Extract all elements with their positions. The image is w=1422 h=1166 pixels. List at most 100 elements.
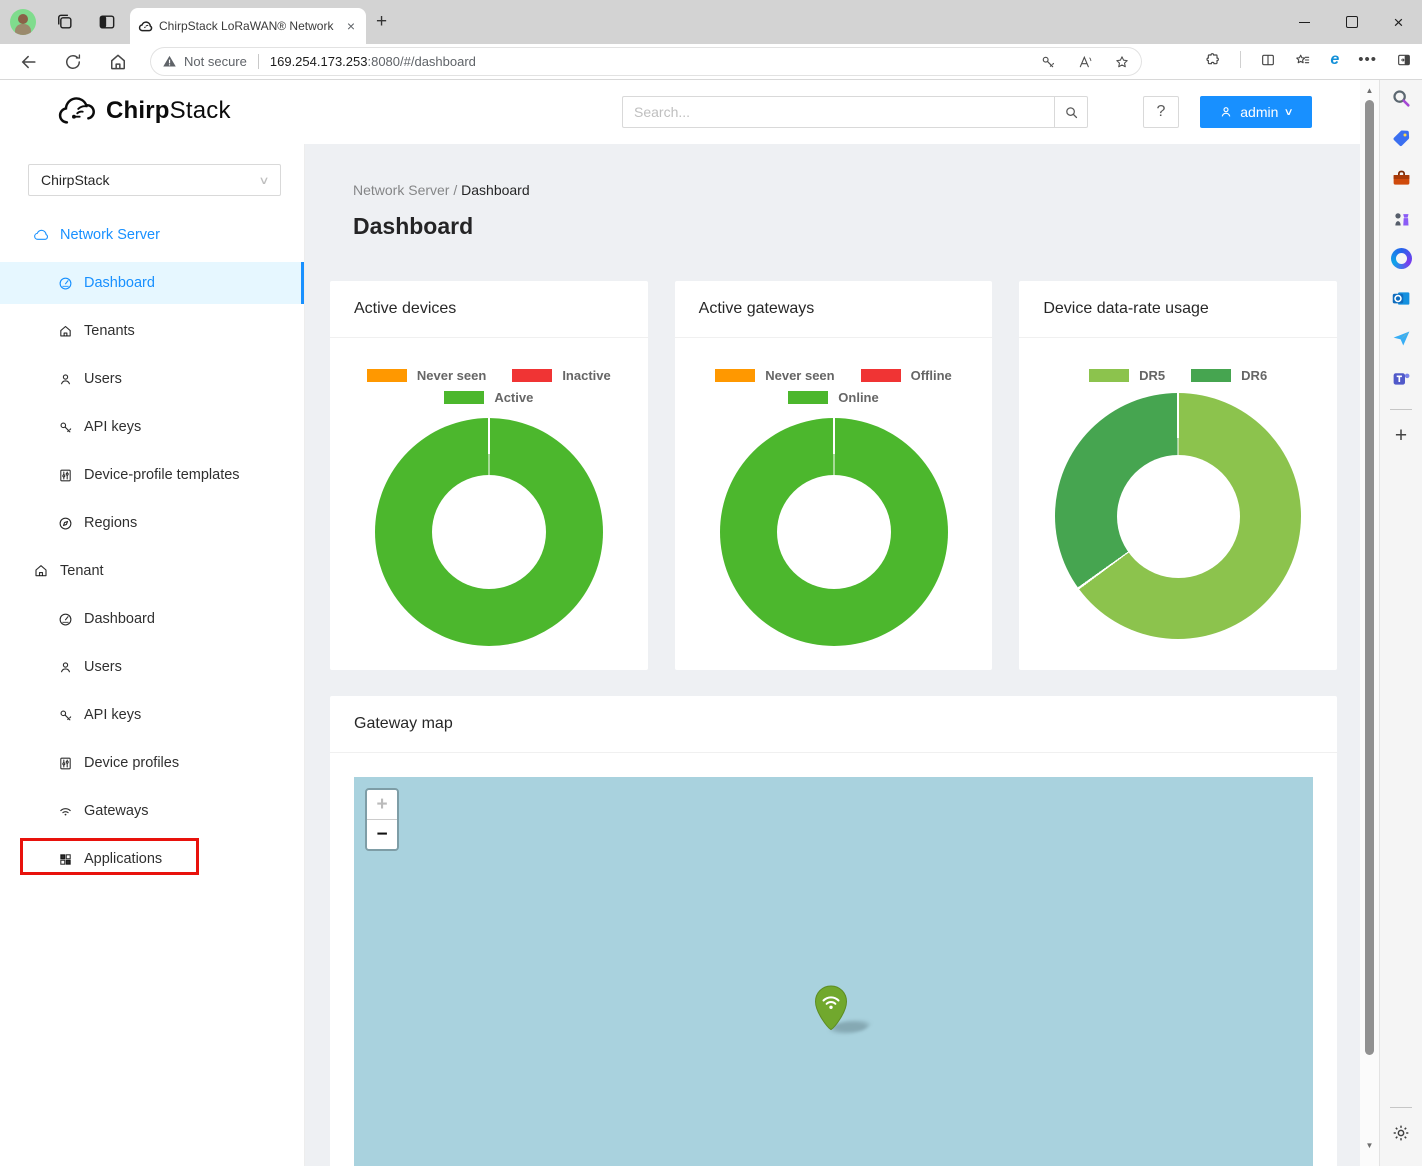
drop-icon[interactable] [1388,325,1414,351]
sidebar-item-tenants[interactable]: Tenants [0,310,304,352]
sidebar-item-label: Gateways [84,803,148,819]
sidebar-item-network-server[interactable]: Network Server [0,214,304,256]
breadcrumb-network-server[interactable]: Network Server [353,182,449,198]
admin-menu-button[interactable]: admin ∨ [1200,96,1312,128]
legend-dr5[interactable]: DR5 [1089,368,1165,383]
sidebar-item-device-profile-templates[interactable]: Device-profile templates [0,454,304,496]
browser-tab[interactable]: ChirpStack LoRaWAN® Network × [130,8,366,44]
chart-legend: Never seen Inactive Active [330,338,648,405]
sidebar-item-gateways[interactable]: Gateways [0,790,304,832]
back-icon[interactable] [19,52,39,72]
sidebar-item-regions[interactable]: Regions [0,502,304,544]
breadcrumb: Network Server / Dashboard [353,182,1360,198]
sidebar-item-ns-api-keys[interactable]: API keys [0,406,304,448]
minimize-button[interactable] [1281,0,1328,44]
admin-label: admin [1240,104,1278,120]
new-tab-button[interactable]: + [376,12,387,31]
maximize-button[interactable] [1328,0,1375,44]
scrollbar-thumb[interactable] [1365,100,1374,1055]
search-icon [1064,105,1079,120]
sidebar-item-label: Regions [84,515,137,531]
organization-select[interactable]: ChirpStack ∨ [28,164,281,196]
active-gateways-card: Active gateways Never seen Offline Onlin… [675,281,993,670]
workspaces-icon[interactable] [55,12,75,32]
legend-inactive[interactable]: Inactive [512,368,610,383]
appstore-grid-icon [58,852,73,867]
outlook-icon[interactable] [1388,285,1414,311]
favorites-star-icon[interactable] [1114,54,1130,70]
password-key-icon[interactable] [1040,54,1056,70]
ie-mode-icon[interactable]: e [1330,52,1339,68]
shopping-icon[interactable] [1388,125,1414,151]
active-gateways-donut-chart [720,418,948,646]
games-icon[interactable] [1388,205,1414,231]
url-path[interactable]: :8080/#/dashboard [367,54,475,69]
sidebar-item-tenant-users[interactable]: Users [0,646,304,688]
tab-close-icon[interactable]: × [344,18,358,34]
microsoft-365-icon[interactable] [1388,245,1414,271]
scrollbar-down-arrow[interactable]: ▼ [1360,1141,1379,1150]
sidebar-settings-gear-icon[interactable] [1388,1120,1414,1146]
sidebar-item-ns-users[interactable]: Users [0,358,304,400]
close-button[interactable]: × [1375,0,1422,44]
search-button[interactable] [1054,96,1088,128]
sidebar-item-ns-dashboard[interactable]: Dashboard [0,262,304,304]
legend-active[interactable]: Active [444,390,533,405]
settings-menu-icon[interactable]: ••• [1358,51,1377,68]
sidebar-item-label: API keys [84,419,141,435]
url-host[interactable]: 169.254.173.253 [270,54,368,69]
teams-icon[interactable] [1388,365,1414,391]
chirpstack-logo[interactable]: ChirpStack [56,93,231,129]
legend-never-seen[interactable]: Never seen [367,368,486,383]
cloud-icon [33,227,49,243]
card-title: Device data-rate usage [1019,281,1337,338]
address-bar[interactable]: Not secure 169.254.173.253:8080/#/dashbo… [150,47,1142,76]
page-scrollbar[interactable]: ▲ ▼ [1360,80,1379,1166]
extensions-icon[interactable] [1205,52,1221,68]
legend-online[interactable]: Online [788,390,878,405]
gateway-map[interactable]: + − [354,777,1313,1166]
security-label[interactable]: Not secure [184,54,247,69]
toolbar-divider [1240,51,1241,68]
sidebar-item-label: Tenant [60,563,104,579]
legend-offline[interactable]: Offline [861,368,952,383]
help-button[interactable]: ? [1143,96,1179,128]
active-devices-donut-chart [375,418,603,646]
toolbar-right-icons: e ••• [1205,51,1412,68]
gateway-map-marker[interactable] [814,985,848,1031]
card-title: Active devices [330,281,648,338]
sidebar-toggle-icon[interactable] [1396,52,1412,68]
sidebar-item-tenant[interactable]: Tenant [0,550,304,592]
map-zoom-in-button[interactable]: + [367,790,397,820]
gateway-map-card: Gateway map + − [330,696,1337,1166]
legend-swatch [512,369,552,382]
add-sidebar-item-icon[interactable]: + [1388,422,1414,448]
tab-actions-icon[interactable] [97,12,117,32]
search-input[interactable] [622,96,1054,128]
sidebar-item-tenant-api-keys[interactable]: API keys [0,694,304,736]
scrollbar-up-arrow[interactable]: ▲ [1360,86,1379,95]
collections-icon[interactable] [1295,52,1311,68]
sidebar-item-tenant-dashboard[interactable]: Dashboard [0,598,304,640]
bing-search-icon[interactable] [1388,85,1414,111]
sidebar-item-applications[interactable]: Applications [0,838,304,880]
tools-icon[interactable] [1388,165,1414,191]
user-icon [1219,105,1233,119]
sidebar-item-label: Network Server [60,227,160,243]
split-screen-icon[interactable] [1260,52,1276,68]
sidebar-item-device-profiles[interactable]: Device profiles [0,742,304,784]
map-zoom-out-button[interactable]: − [367,820,397,849]
active-devices-card: Active devices Never seen Inactive Activ… [330,281,648,670]
edge-sidebar-bottom [1388,1103,1414,1160]
refresh-icon[interactable] [63,52,83,72]
card-title: Active gateways [675,281,993,338]
home-icon[interactable] [108,52,128,72]
legend-never-seen[interactable]: Never seen [715,368,834,383]
profile-avatar[interactable] [10,9,36,35]
sidebar-item-label: Users [84,659,122,675]
sidebar-item-label: Dashboard [84,275,155,291]
browser-toolbar: Not secure 169.254.173.253:8080/#/dashbo… [0,44,1422,80]
legend-dr6[interactable]: DR6 [1191,368,1267,383]
read-aloud-icon[interactable] [1077,54,1093,70]
brand-wordmark: ChirpStack [106,97,231,125]
